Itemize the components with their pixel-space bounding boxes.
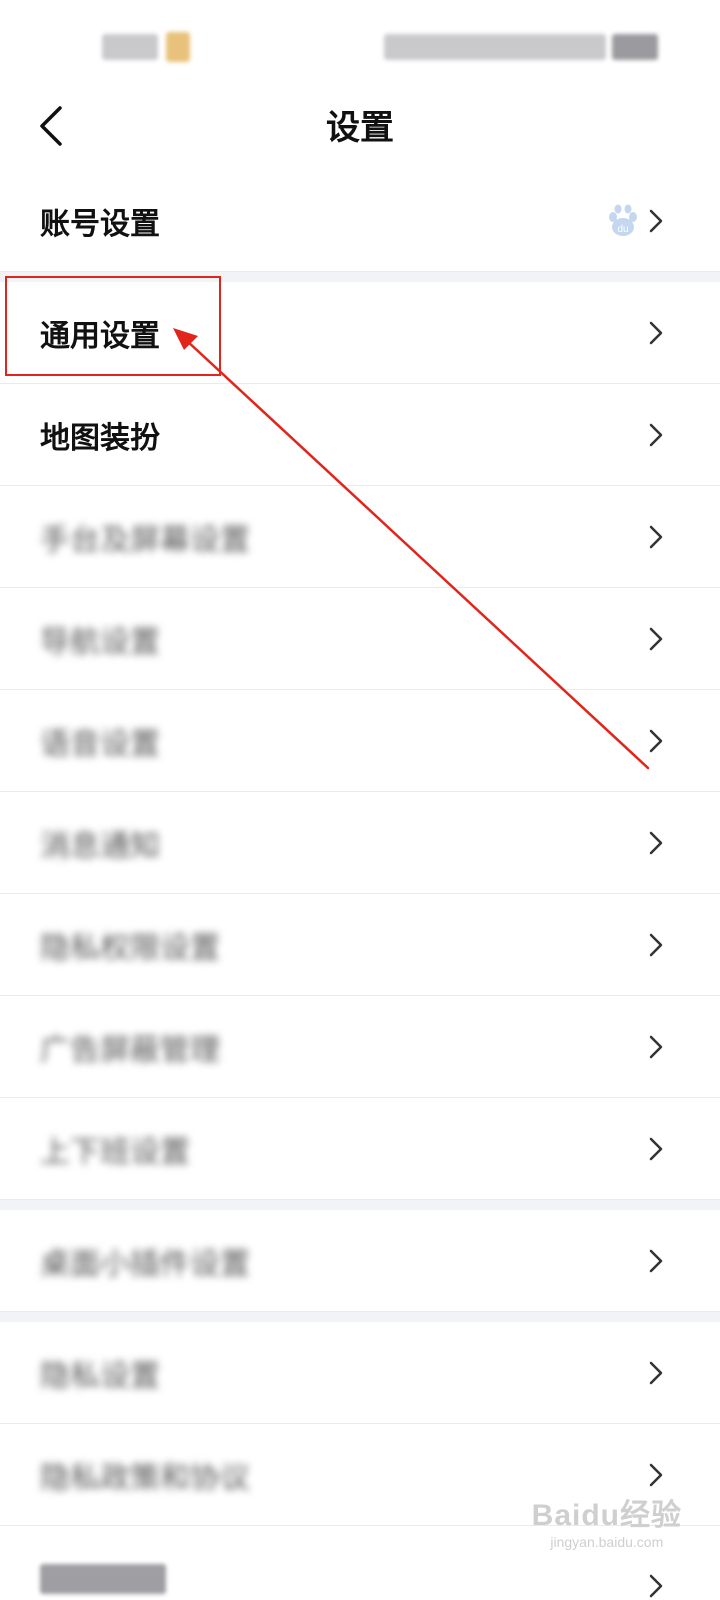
battery-icon	[612, 34, 658, 60]
settings-row[interactable]: 语音设置	[0, 690, 720, 792]
section-divider	[0, 1312, 720, 1322]
chevron-right-icon	[649, 209, 663, 232]
baidu-paw-icon: du	[609, 204, 637, 236]
settings-row-account[interactable]: 账号设置 du	[0, 170, 720, 272]
chevron-right-icon	[649, 729, 663, 752]
chevron-right-icon	[649, 1463, 663, 1486]
settings-row-label: 桌面小插件设置	[40, 1246, 250, 1282]
settings-row-label: 上下班设置	[40, 1134, 190, 1170]
highlight-box	[5, 276, 221, 376]
settings-row[interactable]: 隐私权限设置	[0, 894, 720, 996]
chevron-right-icon	[649, 627, 663, 650]
settings-row-label: 广告屏蔽管理	[40, 1032, 220, 1068]
settings-row-label: 语音设置	[40, 726, 160, 762]
settings-row-label: 手台及屏幕设置	[40, 522, 250, 558]
chevron-right-icon	[649, 1574, 663, 1598]
chevron-right-icon	[649, 423, 663, 446]
settings-row-label: 账号设置	[40, 206, 160, 242]
settings-row[interactable]: 广告屏蔽管理	[0, 996, 720, 1098]
settings-row[interactable]: 导航设置	[0, 588, 720, 690]
status-bar	[0, 0, 720, 90]
settings-row-label: 导航设置	[40, 624, 160, 660]
svg-text:du: du	[617, 224, 628, 235]
nav-bar: 设置	[0, 90, 720, 171]
watermark-url: jingyan.baidu.com	[550, 1534, 664, 1550]
chevron-right-icon	[649, 1361, 663, 1384]
section-divider	[0, 1200, 720, 1210]
settings-row-map-skin[interactable]: 地图装扮	[0, 384, 720, 486]
chevron-right-icon	[649, 831, 663, 854]
settings-row-label: 隐私权限设置	[40, 930, 220, 966]
chevron-right-icon	[649, 933, 663, 956]
settings-row[interactable]: 隐私设置	[0, 1322, 720, 1424]
chevron-right-icon	[649, 1249, 663, 1272]
chevron-right-icon	[649, 525, 663, 548]
status-system-icons	[384, 34, 606, 60]
chevron-right-icon	[649, 1137, 663, 1160]
chevron-right-icon	[649, 321, 663, 344]
settings-row-label: 隐私设置	[40, 1358, 160, 1394]
chevron-right-icon	[649, 1035, 663, 1058]
settings-row[interactable]: 桌面小插件设置	[0, 1210, 720, 1312]
settings-row[interactable]: 上下班设置	[0, 1098, 720, 1200]
settings-row-label: 地图装扮	[40, 420, 160, 456]
status-time	[102, 34, 158, 60]
settings-row-label: 隐私政策和协议	[40, 1460, 250, 1496]
settings-row-label	[40, 1564, 166, 1594]
watermark: Baidu经验 jingyan.baidu.com	[532, 1490, 682, 1550]
watermark-logo: Baidu经验	[531, 1499, 682, 1532]
settings-row[interactable]: 消息通知	[0, 792, 720, 894]
settings-row[interactable]: 手台及屏幕设置	[0, 486, 720, 588]
status-notification-icon	[166, 32, 190, 62]
page-title: 设置	[326, 108, 394, 148]
settings-row-label: 消息通知	[40, 828, 160, 864]
